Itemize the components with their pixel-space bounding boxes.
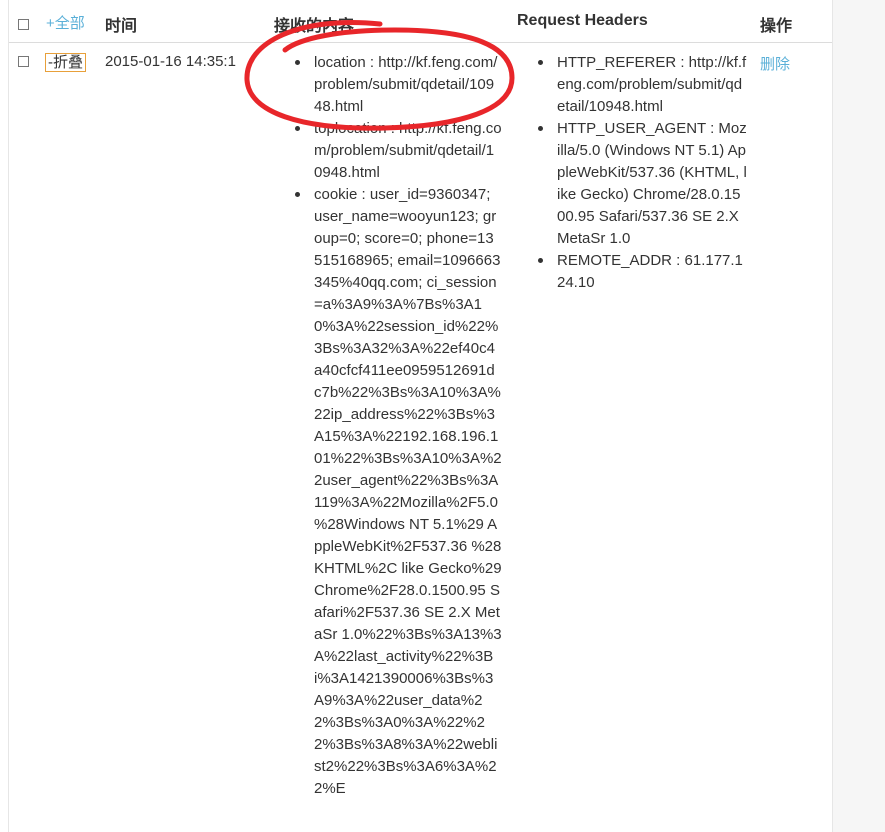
content-column-header: 接收的内容 [274, 18, 355, 35]
header-item-text: REMOTE_ADDR : 61.177.124.10 [557, 252, 743, 291]
content-item-location: location : http://kf.feng.com/problem/su… [295, 52, 502, 118]
header-item-text: HTTP_USER_AGENT : Mozilla/5.0 (Windows N… [557, 120, 747, 247]
content-item-toplocation: toplocation : http://kf.feng.com/problem… [295, 118, 502, 184]
bullet-icon [538, 258, 543, 263]
header-item-user-agent: HTTP_USER_AGENT : Mozilla/5.0 (Windows N… [538, 118, 747, 250]
bullet-icon [295, 192, 300, 197]
header-item-referer: HTTP_REFERER : http://kf.feng.com/proble… [538, 52, 747, 118]
request-headers-list: HTTP_REFERER : http://kf.feng.com/proble… [538, 52, 747, 294]
table-header: +全部 时间 接收的内容 Request Headers 操作 [9, 0, 832, 43]
select-all-checkbox[interactable] [18, 19, 29, 30]
time-column-header: 时间 [105, 18, 138, 35]
log-table: +全部 时间 接收的内容 Request Headers 操作 -折叠 2015… [8, 0, 833, 832]
actions-column-header: 操作 [760, 18, 793, 35]
content-item-text: toplocation : http://kf.feng.com/problem… [314, 120, 502, 181]
page-background-strip [832, 0, 885, 832]
content-item-cookie: cookie : user_id=9360347; user_name=wooy… [295, 184, 502, 800]
bullet-icon [295, 60, 300, 65]
content-item-text: location : http://kf.feng.com/problem/su… [314, 54, 498, 115]
request-headers-column-header: Request Headers [517, 12, 648, 29]
select-all-link[interactable]: +全部 [46, 12, 85, 33]
header-item-remote-addr: REMOTE_ADDR : 61.177.124.10 [538, 250, 747, 294]
header-item-text: HTTP_REFERER : http://kf.feng.com/proble… [557, 54, 747, 115]
delete-link[interactable]: 删除 [760, 53, 790, 74]
bullet-icon [295, 126, 300, 131]
bullet-icon [538, 126, 543, 131]
bullet-icon [538, 60, 543, 65]
received-content-list: location : http://kf.feng.com/problem/su… [295, 52, 502, 800]
row-checkbox[interactable] [18, 56, 29, 67]
content-item-text: cookie : user_id=9360347; user_name=wooy… [314, 186, 502, 797]
collapse-toggle-button[interactable]: -折叠 [45, 53, 86, 72]
row-time: 2015-01-16 14:35:1 [105, 53, 236, 70]
